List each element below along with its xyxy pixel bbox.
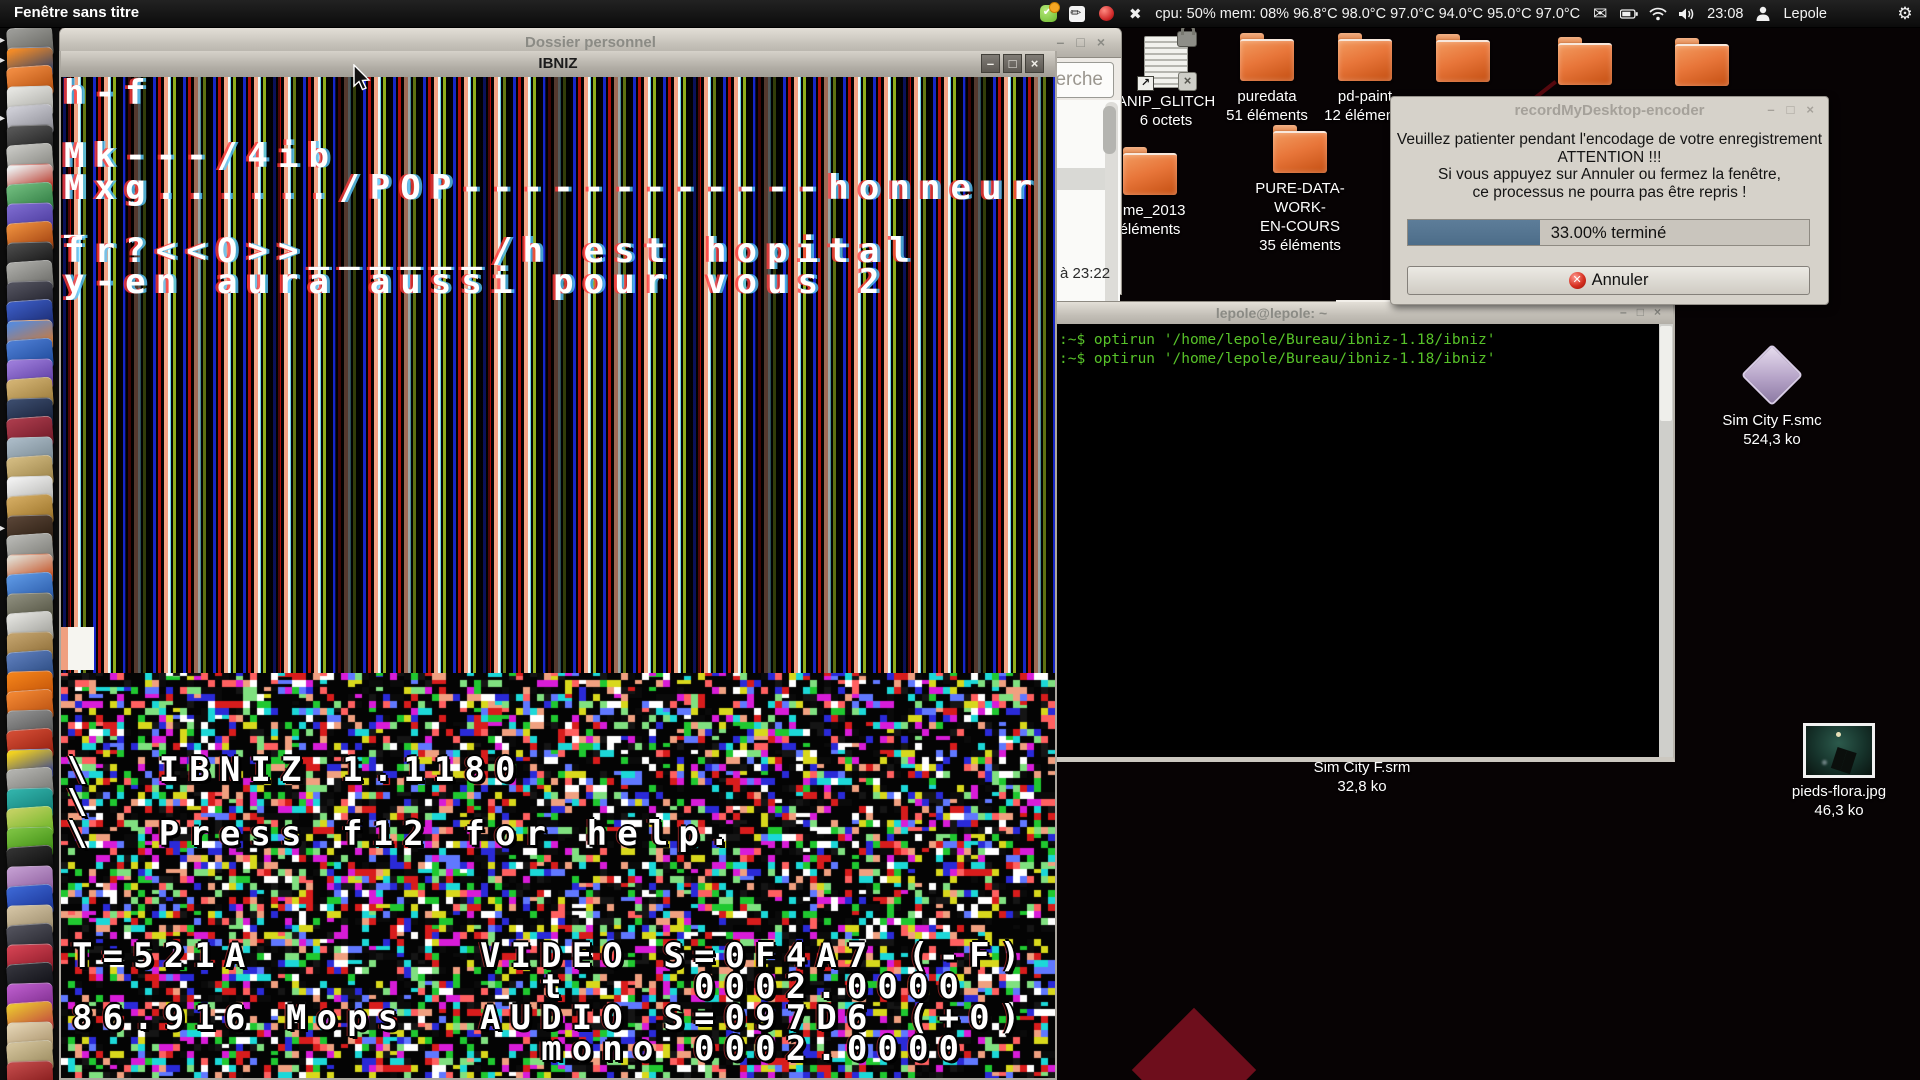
image-thumbnail-icon — [1803, 723, 1875, 778]
messenger-icon[interactable] — [1039, 2, 1060, 23]
dock-indicator-arrow: ▸ — [0, 522, 6, 534]
close-button[interactable]: × — [1806, 102, 1814, 117]
ibniz-title: IBNIZ — [538, 55, 578, 72]
dock-item-cd-burn[interactable] — [6, 1059, 54, 1080]
clock[interactable]: 23:08 — [1707, 6, 1743, 22]
document-icon: × ↗ — [1137, 24, 1197, 91]
mouse-cursor — [353, 64, 371, 91]
settings-gear-icon[interactable]: ⚙ — [1896, 4, 1914, 23]
minimize-button[interactable]: – — [981, 54, 1000, 73]
terminal-line: :~$ optirun '/home/lepole/Bureau/ibniz-1… — [1059, 351, 1496, 367]
denied-emblem-icon: × — [1178, 72, 1197, 91]
rom-file-icon — [1740, 343, 1804, 407]
cancel-label: Annuler — [1591, 271, 1649, 289]
close-button[interactable]: × — [1025, 54, 1044, 73]
icon-size-label: 35 éléments — [1259, 237, 1341, 254]
edit-icon[interactable] — [1068, 5, 1086, 23]
file-manager-statusbar: à 23:22 — [1060, 265, 1111, 282]
active-window-title: Fenêtre sans titre — [14, 4, 140, 21]
ibniz-editor-line: y-en aura aussi pour vous 2 — [64, 262, 890, 302]
desktop-icon-simcity-srm[interactable]: Sim City F.srm 32,8 ko — [1297, 758, 1427, 796]
icon-size-label: 32,8 ko — [1337, 778, 1387, 795]
ibniz-status-right: mono 0002.0000 — [480, 1029, 970, 1069]
link-emblem-icon: ↗ — [1137, 76, 1154, 91]
dock-indicator-arrow: ▸ — [0, 113, 6, 124]
ibniz-editor-line: h-f — [64, 77, 156, 113]
username[interactable]: Lepole — [1783, 6, 1827, 22]
folder-icon — [1338, 33, 1392, 81]
desktop-icon-simcity-smc[interactable]: Sim City F.smc 524,3 ko — [1707, 343, 1837, 449]
battery-icon[interactable] — [1620, 5, 1638, 23]
scrollbar-thumb[interactable] — [1660, 326, 1672, 421]
glitch-white-block — [61, 627, 94, 670]
ibniz-editor-line: Mxg....../POP------------honneur — [64, 167, 1043, 208]
folder-icon — [1675, 38, 1729, 86]
folder-icon — [1558, 37, 1612, 85]
maximize-button[interactable]: □ — [1076, 34, 1084, 50]
dock-indicator-arrow: ▸ — [0, 54, 6, 66]
system-stats: cpu: 50% mem: 08% 96.8°C 98.0°C 97.0°C 9… — [1155, 5, 1581, 22]
user-icon[interactable] — [1754, 5, 1772, 23]
icon-size-label: 46,3 ko — [1814, 802, 1864, 819]
application-dock: ▸ ▸ ▸ ▸ — [0, 27, 59, 1080]
close-button[interactable]: × — [1097, 34, 1105, 50]
wallpaper-red-diamond — [1131, 1007, 1257, 1080]
encoder-message-line: Si vous appuyez sur Annuler ou fermez la… — [1438, 166, 1781, 183]
ibniz-canvas[interactable]: h-f Mk---/4ib Mxg....../POP------------hon… — [61, 77, 1055, 1078]
icon-label: pieds-flora.jpg — [1791, 783, 1887, 800]
minimize-button[interactable]: – — [1057, 34, 1065, 50]
cancel-button[interactable]: ✕ Annuler — [1407, 266, 1810, 295]
dialog-recordmydesktop-encoder: recordMyDesktop-encoder – □ × Veuillez p… — [1390, 96, 1829, 305]
terminal-line: :~$ optirun '/home/lepole/Bureau/ibniz-1… — [1059, 332, 1496, 348]
wifi-icon[interactable] — [1649, 5, 1667, 23]
icon-label: EN-COURS — [1259, 218, 1340, 235]
desktop-icon-pure-data-work[interactable]: PURE-DATA-WORK- EN-COURS 35 éléments — [1235, 125, 1365, 255]
top-panel: Fenêtre sans titre ✖ cpu: 50% mem: 08% 9… — [0, 0, 1920, 28]
minimize-button[interactable]: – — [1620, 305, 1627, 319]
window-ibniz: IBNIZ – □ × h-f Mk---/4ib Mxg....../POP---… — [59, 51, 1057, 1080]
ibniz-splash-line: \ Press f12 for help. — [67, 814, 740, 854]
maximize-button[interactable]: □ — [1637, 305, 1644, 319]
encoder-title: recordMyDesktop-encoder — [1514, 102, 1705, 119]
record-icon[interactable] — [1097, 5, 1115, 23]
progressbar-label: 33.00% terminé — [1550, 224, 1667, 242]
encoder-message-line: ATTENTION !!! — [1557, 148, 1662, 166]
ibniz-status-left: 86.916 Mops — [72, 998, 409, 1038]
lock-emblem-icon — [1177, 24, 1197, 47]
close-button[interactable]: × — [1654, 305, 1661, 319]
dock-indicator-arrow: ▸ — [0, 35, 6, 46]
folder-icon — [1436, 34, 1490, 82]
maximize-button[interactable]: □ — [1003, 54, 1022, 73]
ibniz-titlebar[interactable]: IBNIZ – □ × — [61, 51, 1055, 78]
scrollbar-thumb[interactable] — [1103, 106, 1116, 154]
desktop-icon-folder-4[interactable] — [1398, 34, 1528, 88]
encoder-message-line: ce processus ne pourra pas être repris ! — [1472, 183, 1747, 201]
encode-progressbar: 33.00% terminé — [1407, 219, 1810, 246]
icon-label: PURE-DATA-WORK- — [1255, 180, 1345, 216]
plugin-icon[interactable]: ✖ — [1126, 5, 1144, 23]
folder-icon — [1273, 125, 1327, 173]
desktop: × ↗ ANIP_GLITCH 6 octets puredata 51 éléments… — [0, 0, 1920, 1080]
terminal-scrollbar[interactable] — [1659, 324, 1673, 757]
icon-size-label: 524,3 ko — [1743, 431, 1801, 448]
desktop-icon-folder-5[interactable] — [1520, 37, 1650, 91]
maximize-button[interactable]: □ — [1787, 102, 1795, 117]
file-manager-title: Dossier personnel — [525, 34, 656, 51]
ibniz-status-left: T=521A — [72, 936, 256, 976]
minimize-button[interactable]: – — [1767, 102, 1774, 117]
desktop-icon-folder-6[interactable] — [1637, 38, 1767, 92]
encoder-titlebar[interactable]: recordMyDesktop-encoder – □ × — [1391, 97, 1828, 123]
mail-icon[interactable]: ✉ — [1591, 4, 1609, 23]
cancel-x-icon: ✕ — [1568, 272, 1586, 289]
folder-icon — [1240, 33, 1294, 81]
desktop-icon-pieds-flora[interactable]: pieds-flora.jpg 46,3 ko — [1774, 723, 1904, 820]
volume-icon[interactable] — [1678, 5, 1696, 23]
icon-label: Sim City F.smc — [1722, 412, 1822, 429]
folder-icon — [1123, 147, 1177, 195]
ibniz-splash-line: \ IBNIZ 1.1180 — [67, 750, 526, 790]
encoder-message-line: Veuillez patienter pendant l'encodage de… — [1396, 131, 1823, 148]
